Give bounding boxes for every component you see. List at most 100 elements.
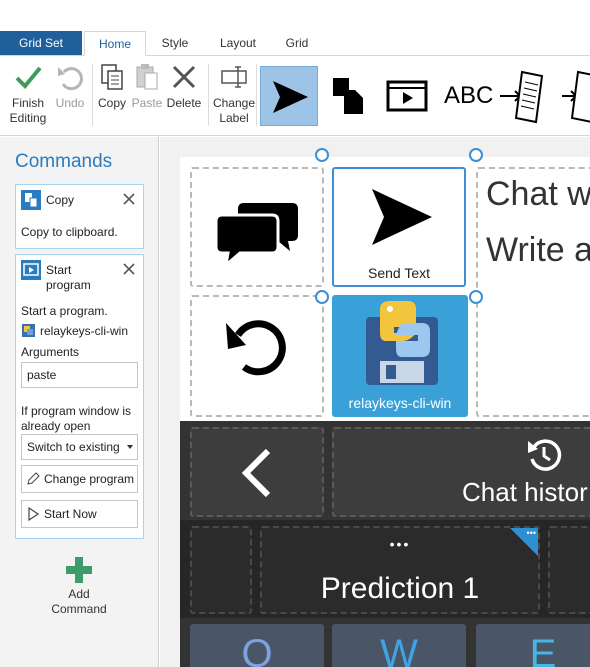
history-clock-icon bbox=[528, 439, 562, 471]
prediction-1-label: Prediction 1 bbox=[320, 572, 480, 605]
send-icon bbox=[372, 189, 432, 245]
add-command-button[interactable]: Add Command bbox=[40, 557, 118, 617]
chat-bubbles-icon bbox=[216, 203, 298, 269]
prediction-1-cell[interactable]: ••• Prediction 1 ••• bbox=[260, 526, 540, 614]
tab-home[interactable]: Home bbox=[84, 31, 146, 56]
checkmark-icon bbox=[15, 66, 42, 89]
chat-history-cell[interactable]: Chat histor bbox=[332, 427, 590, 517]
chevron-down-icon bbox=[127, 445, 133, 449]
insert-document-icon bbox=[562, 70, 590, 123]
key-e-label: E bbox=[529, 632, 557, 667]
if-open-select[interactable]: Switch to existing bbox=[21, 434, 138, 460]
program-name: relaykeys-cli-win bbox=[40, 324, 129, 338]
selection-handle-top-left[interactable] bbox=[315, 148, 329, 162]
corner-badge-dots: ••• bbox=[526, 528, 536, 538]
close-icon[interactable] bbox=[123, 193, 135, 205]
copy-command-icon bbox=[21, 190, 41, 210]
if-open-label: If program window is already open bbox=[21, 404, 132, 433]
chat-window-text-line2: Write a bbox=[486, 231, 590, 269]
plus-icon bbox=[66, 557, 92, 583]
type-text-command-button[interactable]: ABC bbox=[440, 66, 552, 126]
undo-cell[interactable] bbox=[190, 295, 324, 417]
back-cell[interactable] bbox=[190, 427, 324, 517]
send-text-command-button[interactable] bbox=[260, 66, 318, 126]
delete-button[interactable]: Delete bbox=[162, 62, 206, 111]
close-icon[interactable] bbox=[123, 263, 135, 275]
start-program-card[interactable]: Start program Start a program. relaykeys… bbox=[15, 254, 144, 539]
program-cell-label: relaykeys-cli-win bbox=[348, 395, 452, 411]
send-text-cell[interactable]: Send Text bbox=[332, 167, 466, 287]
prediction-2-cell[interactable] bbox=[548, 526, 590, 614]
tab-grid[interactable]: Grid bbox=[276, 31, 318, 56]
add-command-label: Add Command bbox=[51, 587, 107, 616]
ribbon-tab-bar: Grid Set Home Style Layout Grid bbox=[0, 0, 590, 56]
grid-editor-canvas: Send Text Chat w Write a relaykeys-cli-w… bbox=[160, 137, 590, 667]
key-w[interactable]: W bbox=[332, 624, 466, 667]
arguments-label: Arguments bbox=[21, 345, 80, 359]
insert-text-command-button[interactable] bbox=[556, 66, 590, 126]
undo-button[interactable]: Undo bbox=[48, 62, 92, 111]
tab-style[interactable]: Style bbox=[150, 31, 200, 56]
selection-handle-bottom-right[interactable] bbox=[469, 290, 483, 304]
start-program-icon bbox=[21, 260, 41, 280]
chat-window-text-line1: Chat w bbox=[486, 175, 590, 213]
copy-pages-icon bbox=[333, 78, 363, 114]
finish-editing-button[interactable]: Finish Editing bbox=[6, 62, 50, 126]
tab-grid-set[interactable]: Grid Set bbox=[0, 31, 82, 56]
ribbon-toolbar: Finish Editing Undo Copy Paste Delete Ch… bbox=[0, 56, 590, 136]
copy-icon bbox=[101, 64, 123, 90]
python-app-icon bbox=[22, 324, 35, 337]
selection-handle-bottom-left[interactable] bbox=[315, 290, 329, 304]
undo-arrow-icon bbox=[226, 320, 286, 376]
key-w-label: W bbox=[380, 632, 418, 667]
change-label-icon bbox=[221, 66, 247, 88]
paste-icon bbox=[136, 64, 158, 90]
copy-command-button[interactable] bbox=[324, 66, 374, 126]
relaykeys-program-cell[interactable]: relaykeys-cli-win bbox=[332, 295, 468, 417]
start-now-label: Start Now bbox=[44, 507, 97, 521]
start-card-description: Start a program. bbox=[21, 304, 108, 318]
text-to-document-icon bbox=[500, 70, 544, 124]
prediction-dots: ••• bbox=[389, 536, 411, 552]
undo-icon bbox=[58, 67, 83, 91]
key-q-label: Q bbox=[241, 632, 273, 667]
copy-command-card[interactable]: Copy Copy to clipboard. bbox=[15, 184, 144, 249]
commands-panel: Commands Copy Copy to clipboard. Start p… bbox=[0, 137, 159, 667]
empty-prediction-cell[interactable] bbox=[190, 526, 252, 614]
copy-card-description: Copy to clipboard. bbox=[21, 225, 118, 239]
pencil-icon bbox=[27, 472, 40, 485]
chat-history-label: Chat histor bbox=[462, 477, 588, 507]
change-label-label: Change Label bbox=[212, 96, 256, 125]
selection-handle-top-right[interactable] bbox=[469, 148, 483, 162]
commands-title: Commands bbox=[15, 151, 113, 172]
play-icon bbox=[28, 507, 40, 521]
key-q[interactable]: Q bbox=[190, 624, 324, 667]
copy-card-title: Copy bbox=[46, 193, 75, 207]
paste-label: Paste bbox=[131, 96, 163, 110]
delete-label: Delete bbox=[166, 96, 202, 110]
change-label-button[interactable]: Change Label bbox=[212, 62, 256, 126]
change-program-label: Change program bbox=[44, 472, 135, 486]
chat-window-cell[interactable]: Chat w Write a bbox=[476, 167, 590, 417]
change-program-button[interactable]: Change program bbox=[21, 465, 138, 493]
if-open-select-value: Switch to existing bbox=[27, 440, 120, 454]
undo-label: Undo bbox=[55, 96, 85, 110]
start-card-title: Start program bbox=[46, 263, 91, 292]
toolbar-separator bbox=[208, 64, 209, 126]
python-floppy-icon bbox=[366, 301, 438, 385]
toolbar-separator bbox=[256, 64, 257, 126]
arguments-input[interactable]: paste bbox=[21, 362, 138, 388]
finish-editing-label: Finish Editing bbox=[9, 96, 47, 125]
copy-label: Copy bbox=[97, 96, 126, 110]
tab-layout[interactable]: Layout bbox=[210, 31, 266, 56]
abc-label: ABC bbox=[444, 82, 494, 109]
send-text-label: Send Text bbox=[367, 265, 430, 281]
chevron-left-icon bbox=[241, 448, 271, 498]
send-icon bbox=[273, 81, 308, 113]
chat-bubbles-cell[interactable] bbox=[190, 167, 324, 287]
delete-icon bbox=[172, 65, 196, 89]
start-program-command-button[interactable] bbox=[380, 66, 434, 126]
play-window-icon bbox=[386, 80, 428, 112]
start-now-button[interactable]: Start Now bbox=[21, 500, 138, 528]
key-e[interactable]: E bbox=[476, 624, 590, 667]
